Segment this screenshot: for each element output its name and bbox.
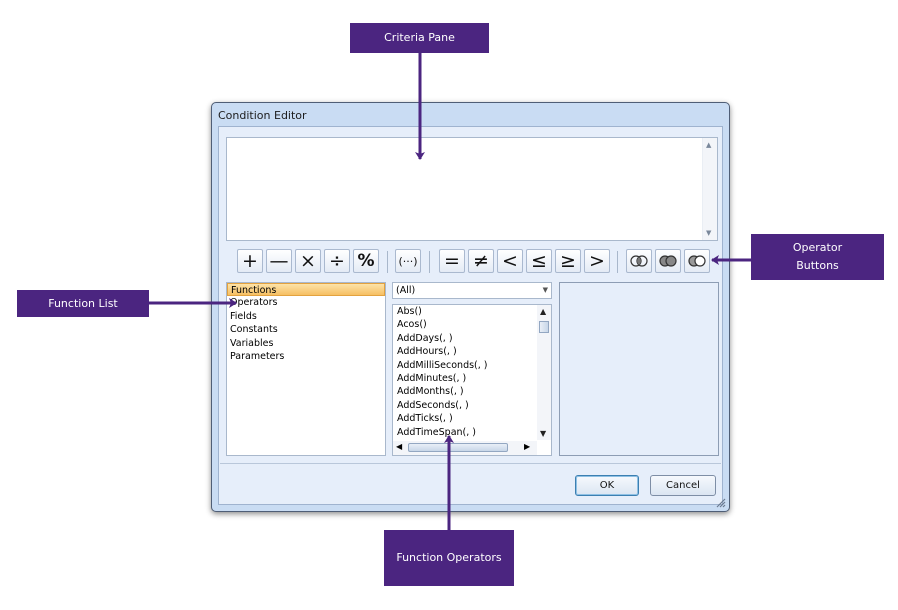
description-pane	[559, 282, 719, 456]
minus-button[interactable]: —	[266, 249, 292, 273]
functions-horizontal-scrollbar[interactable]: ◀ ▶	[393, 441, 537, 455]
category-dropdown[interactable]: (All) ▼	[392, 282, 552, 299]
operator-toolbar: + — × ÷ % (···) = ≠ < ≤ ≥ >	[219, 247, 724, 277]
separator	[387, 251, 388, 273]
greater-or-equal-button[interactable]: ≥	[555, 249, 581, 273]
scroll-thumb[interactable]	[539, 321, 549, 333]
function-operators-callout: Function Operators	[384, 530, 514, 586]
scroll-thumb[interactable]	[408, 443, 508, 452]
equal-button[interactable]: =	[439, 249, 465, 273]
function-list-callout: Function List	[17, 290, 149, 317]
list-item[interactable]: Constants	[227, 323, 385, 336]
dialog-title: Condition Editor	[218, 109, 307, 122]
function-operators-list[interactable]: Abs() Acos() AddDays(, ) AddHours(, ) Ad…	[392, 304, 552, 456]
venn-or-icon	[659, 255, 677, 267]
category-dropdown-value: (All)	[396, 285, 416, 296]
list-item[interactable]: Operators	[227, 296, 385, 309]
scroll-up-arrow-icon[interactable]: ▲	[706, 141, 711, 149]
modulo-button[interactable]: %	[353, 249, 379, 273]
or-button[interactable]	[655, 249, 681, 273]
plus-button[interactable]: +	[237, 249, 263, 273]
divide-button[interactable]: ÷	[324, 249, 350, 273]
cancel-button[interactable]: Cancel	[650, 475, 716, 496]
resize-grip-icon[interactable]	[716, 498, 726, 508]
list-item[interactable]: AddMonths(, )	[393, 385, 551, 398]
operator-buttons-callout: Operator Buttons	[751, 234, 884, 280]
parentheses-button[interactable]: (···)	[395, 249, 421, 273]
less-or-equal-button[interactable]: ≤	[526, 249, 552, 273]
and-button[interactable]	[626, 249, 652, 273]
criteria-pane[interactable]: ▲ ▼	[226, 137, 718, 241]
list-item[interactable]: AddHours(, )	[393, 345, 551, 358]
dialog-client-area: ▲ ▼ + — × ÷ % (···) = ≠ < ≤ ≥ > Function…	[218, 126, 723, 505]
separator	[617, 251, 618, 273]
separator	[429, 251, 430, 273]
multiply-button[interactable]: ×	[295, 249, 321, 273]
criteria-scrollbar[interactable]: ▲ ▼	[702, 138, 717, 240]
list-item[interactable]: AddMilliSeconds(, )	[393, 359, 551, 372]
not-button[interactable]	[684, 249, 710, 273]
scroll-down-arrow-icon[interactable]: ▼	[706, 229, 711, 237]
scroll-up-arrow-icon[interactable]: ▲	[540, 307, 546, 316]
condition-editor-dialog: Condition Editor ▲ ▼ + — × ÷ % (···) = ≠…	[211, 102, 730, 512]
list-item[interactable]: Fields	[227, 310, 385, 323]
list-item[interactable]: AddTimeSpan(, )	[393, 426, 551, 439]
list-item[interactable]: AddMinutes(, )	[393, 372, 551, 385]
scroll-left-arrow-icon[interactable]: ◀	[396, 442, 402, 451]
ok-button[interactable]: OK	[575, 475, 639, 496]
venn-not-icon	[688, 255, 706, 267]
list-item[interactable]: Parameters	[227, 350, 385, 363]
scroll-down-arrow-icon[interactable]: ▼	[540, 429, 546, 438]
list-item[interactable]: Variables	[227, 337, 385, 350]
chevron-down-icon[interactable]: ▼	[543, 283, 548, 298]
list-item[interactable]: Functions	[227, 283, 385, 297]
scroll-right-arrow-icon[interactable]: ▶	[524, 442, 530, 451]
list-item[interactable]: Acos()	[393, 318, 551, 331]
list-item[interactable]: AddSeconds(, )	[393, 399, 551, 412]
criteria-pane-callout: Criteria Pane	[350, 23, 489, 53]
functions-vertical-scrollbar[interactable]: ▲ ▼	[537, 305, 551, 440]
function-list[interactable]: Functions Operators Fields Constants Var…	[226, 282, 386, 456]
list-item[interactable]: AddDays(, )	[393, 332, 551, 345]
greater-than-button[interactable]: >	[584, 249, 610, 273]
less-than-button[interactable]: <	[497, 249, 523, 273]
list-item[interactable]: AddTicks(, )	[393, 412, 551, 425]
footer-divider	[220, 463, 721, 464]
venn-and-icon	[630, 255, 648, 267]
list-item[interactable]: Abs()	[393, 305, 551, 318]
not-equal-button[interactable]: ≠	[468, 249, 494, 273]
